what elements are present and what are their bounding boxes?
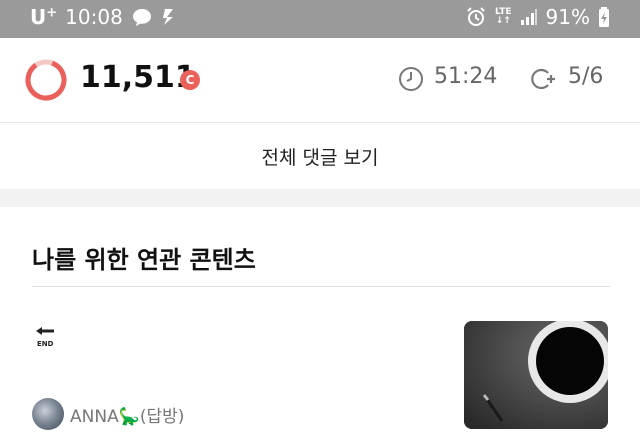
lte-signal-icon: LTE ↓↑ [495,7,512,26]
related-item-author[interactable]: ANNA🦕(답방) [32,398,184,430]
battery-charging-icon [599,7,609,27]
view-all-comments-button[interactable]: 전체 댓글 보기 [0,123,640,189]
notification-icon [162,9,173,25]
related-contents-title: 나를 위한 연관 콘텐츠 [32,246,256,274]
coin-badge-icon: C [180,70,200,90]
divider-line [32,286,610,287]
status-bar: U+ 10:08 LTE ↓↑ 91% [0,0,640,38]
chat-bubble-icon [132,9,151,26]
clock-icon [399,67,423,91]
timer-value: 51:24 [434,64,498,89]
coffee-cup-image [464,321,608,429]
author-name: ANNA🦕(답방) [70,406,185,427]
carrier-label: U+ [30,5,58,29]
battery-percent: 91% [545,5,590,29]
alarm-icon [467,7,485,26]
svg-text:END: END [37,340,54,348]
coin-plus-icon [531,68,555,90]
status-bar-right: LTE ↓↑ 91% [465,5,610,29]
points-progress-ring-icon [25,59,67,101]
points-value: 11,511 [80,60,196,95]
end-arrow-icon: END [36,327,54,348]
points-header: 11,511 C 51:24 5/6 [0,38,640,123]
status-time: 10:08 [65,5,123,29]
signal-bars-icon [520,9,537,25]
status-bar-left: U+ 10:08 [30,5,175,29]
avatar [32,398,64,430]
count-value: 5/6 [568,64,604,89]
section-divider [0,189,640,207]
related-item-thumbnail[interactable] [464,321,608,429]
